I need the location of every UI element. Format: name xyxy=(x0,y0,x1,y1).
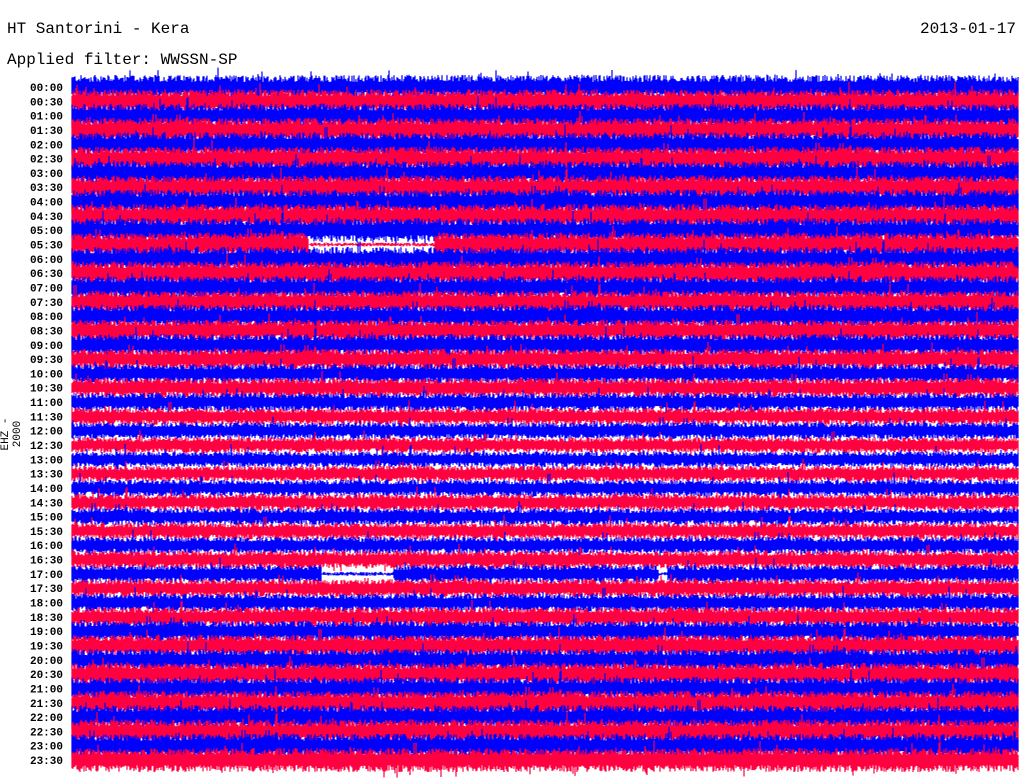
row-time-label: 10:00 xyxy=(30,369,63,381)
row-time-label: 05:00 xyxy=(30,226,63,238)
row-time-label: 12:30 xyxy=(30,441,63,453)
helicorder-plot: 00:00 00:30 01:00 01:30 02:00 02:30 03:00 03:30… xyxy=(30,67,1019,778)
row-time-label: 07:30 xyxy=(30,298,63,310)
row-time-label: 04:30 xyxy=(30,212,63,224)
row-time-label: 11:30 xyxy=(30,412,63,424)
row-time-label: 12:00 xyxy=(30,427,63,439)
row-time-label: 22:30 xyxy=(30,727,63,739)
row-time-label: 00:30 xyxy=(30,97,63,109)
row-time-label: 14:30 xyxy=(30,498,63,510)
row-time-label: 14:00 xyxy=(30,484,63,496)
row-time-label: 13:30 xyxy=(30,470,63,482)
row-time-label: 02:30 xyxy=(30,155,63,167)
row-time-label: 03:30 xyxy=(30,183,63,195)
row-time-label: 18:00 xyxy=(30,599,63,611)
row-time-label: 19:30 xyxy=(30,641,63,653)
row-time-label: 08:30 xyxy=(30,326,63,338)
row-time-label: 13:00 xyxy=(30,455,63,467)
row-time-label: 01:00 xyxy=(30,112,63,124)
row-time-label: 11:00 xyxy=(30,398,63,410)
row-time-label: 06:00 xyxy=(30,255,63,267)
row-time-label: 05:30 xyxy=(30,241,63,253)
row-time-label: 10:30 xyxy=(30,384,63,396)
row-time-label: 22:00 xyxy=(30,713,63,725)
row-time-label: 16:00 xyxy=(30,541,63,553)
row-time-label: 15:00 xyxy=(30,513,63,525)
row-time-label: 20:00 xyxy=(30,656,63,668)
row-time-label: 02:00 xyxy=(30,140,63,152)
row-time-label: 17:30 xyxy=(30,584,63,596)
row-time-label: 09:00 xyxy=(30,341,63,353)
row-time-label: 07:00 xyxy=(30,283,63,295)
row-time-label: 08:00 xyxy=(30,312,63,324)
row-time-label: 15:30 xyxy=(30,527,63,539)
row-time-label: 19:00 xyxy=(30,627,63,639)
row-time-label: 18:30 xyxy=(30,613,63,625)
row-time-label: 01:30 xyxy=(30,126,63,138)
row-time-label: 03:00 xyxy=(30,169,63,181)
row-time-label: 23:00 xyxy=(30,742,63,754)
row-time-label: 21:00 xyxy=(30,684,63,696)
row-time-label: 16:30 xyxy=(30,556,63,568)
row-time-label: 20:30 xyxy=(30,670,63,682)
row-time-label: 21:30 xyxy=(30,699,63,711)
row-time-label: 00:00 xyxy=(30,83,63,95)
row-time-label: 04:00 xyxy=(30,198,63,210)
row-time-label: 17:00 xyxy=(30,570,63,582)
row-time-label: 23:30 xyxy=(30,756,63,768)
row-time-label: 06:30 xyxy=(30,269,63,281)
row-time-label: 09:30 xyxy=(30,355,63,367)
